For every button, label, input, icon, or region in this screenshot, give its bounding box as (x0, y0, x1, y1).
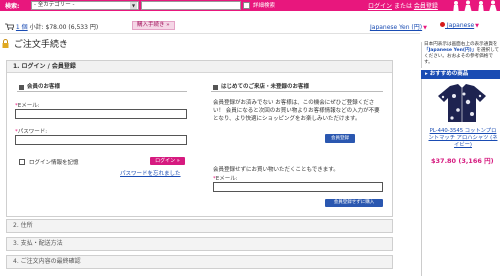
flag-icon (440, 22, 445, 27)
remember-checkbox[interactable] (19, 159, 25, 165)
currency-value: Japanese Yen (円) (370, 24, 423, 31)
brand-silhouette-logo (448, 0, 500, 24)
checkout-label: 購入手続き (137, 22, 165, 28)
email-label: *Eメール: (15, 101, 40, 109)
login-button[interactable]: ログイン » (150, 157, 185, 165)
members-heading-text: 会員のお客様 (27, 84, 61, 90)
or-text: または (393, 3, 412, 10)
search-label: 検索: (5, 3, 20, 10)
lock-icon (2, 39, 9, 51)
password-field[interactable] (15, 135, 187, 145)
product-image[interactable] (432, 82, 492, 124)
new-customer-heading-text: はじめてのご来店・未登録のお客様 (221, 84, 310, 90)
remember-label: ログイン情報を記憶 (29, 160, 79, 166)
step1-header[interactable]: 1. ログイン / 会員登録 (7, 61, 392, 73)
section-bullet-icon (213, 85, 218, 90)
divider (0, 33, 420, 34)
cart-subtotal: 小計: $78.00 (6,533 円) (29, 24, 99, 31)
language-select[interactable]: Japanese▼ (440, 22, 479, 29)
advanced-search-link[interactable]: 詳細検索 (253, 1, 275, 9)
currency-select[interactable]: Japanese Yen (円)▼ (370, 22, 427, 31)
search-go-icon[interactable] (243, 2, 250, 9)
checkout-button[interactable]: 購入手続き » (132, 21, 175, 30)
currency-note: 日本円表示は画面右上の表示通貨を「Japanese Yen(円)」を選択してくだ… (421, 42, 500, 68)
search-input[interactable] (141, 1, 241, 10)
password-label: *パスワード: (15, 127, 47, 135)
forgot-password-link[interactable]: パスワードを忘れました (120, 169, 181, 177)
category-select-value: - 全カテゴリー - (34, 2, 75, 8)
product-name-link[interactable]: PL-440-3545 コットンプロントマッチ アロハシャツ (ネイビー) (428, 128, 498, 149)
page-title-text: ご注文手続き (13, 40, 68, 50)
register-benefit-text: 会員登録がお済みでない お客様は、この機会にぜひご登録ください！ 会員になると次… (213, 100, 380, 122)
email-field[interactable] (15, 109, 187, 119)
account-links: ログイン または 会員登録 (368, 1, 438, 10)
arrow-right-icon: » (166, 22, 170, 28)
members-section-heading: 会員のお客様 (17, 83, 187, 92)
remember-login[interactable]: ログイン情報を記憶 (19, 158, 79, 166)
step1-login-panel: 1. ログイン / 会員登録 会員のお客様 *Eメール: *パスワード: ログイ… (6, 60, 393, 217)
step4-confirm-header[interactable]: 4. ご注文内容の最終確認 (6, 255, 393, 269)
language-value: Japanese (446, 22, 475, 29)
new-customer-section-heading: はじめてのご来店・未登録のお客様 (211, 83, 383, 92)
guest-email-field[interactable] (213, 182, 383, 192)
cart-summary: 1 個 小計: $78.00 (6,533 円) (5, 22, 98, 32)
recommended-bullet-icon: ▸ (425, 71, 428, 77)
chevron-down-icon: ▼ (423, 25, 427, 31)
step2-address-header[interactable]: 2. 住所 (6, 219, 393, 233)
login-link[interactable]: ログイン (368, 3, 392, 10)
category-select[interactable]: - 全カテゴリー - ▼ (31, 1, 139, 10)
cart-count-link[interactable]: 1 個 (16, 24, 28, 31)
page-title: ご注文手続き (2, 37, 68, 51)
product-price: $37.80 (3,166 円) (431, 157, 494, 165)
currency-note-highlight: 「Japanese Yen(円)」 (424, 48, 477, 53)
guest-checkout-button[interactable]: 会員登録せずに購入 (325, 199, 383, 207)
guest-checkout-text: 会員登録せずにお買い物いただくこともできます。 (213, 167, 339, 173)
cart-icon[interactable] (5, 23, 15, 32)
currency-note-prefix: 日本円表示は画面右上の表示通貨を (424, 42, 498, 47)
register-button[interactable]: 会員登録 (325, 134, 355, 143)
section-bullet-icon (19, 85, 24, 90)
recommended-heading: ▸ おすすめの商品 (421, 70, 500, 79)
step3-payment-shipping-header[interactable]: 3. 支払・配送方法 (6, 237, 393, 251)
chevron-down-icon: ▼ (130, 2, 137, 9)
recommended-heading-text: おすすめの商品 (429, 71, 469, 77)
guest-email-label: *Eメール: (213, 174, 238, 182)
chevron-down-icon: ▼ (475, 23, 480, 29)
register-link[interactable]: 会員登録 (414, 3, 438, 10)
